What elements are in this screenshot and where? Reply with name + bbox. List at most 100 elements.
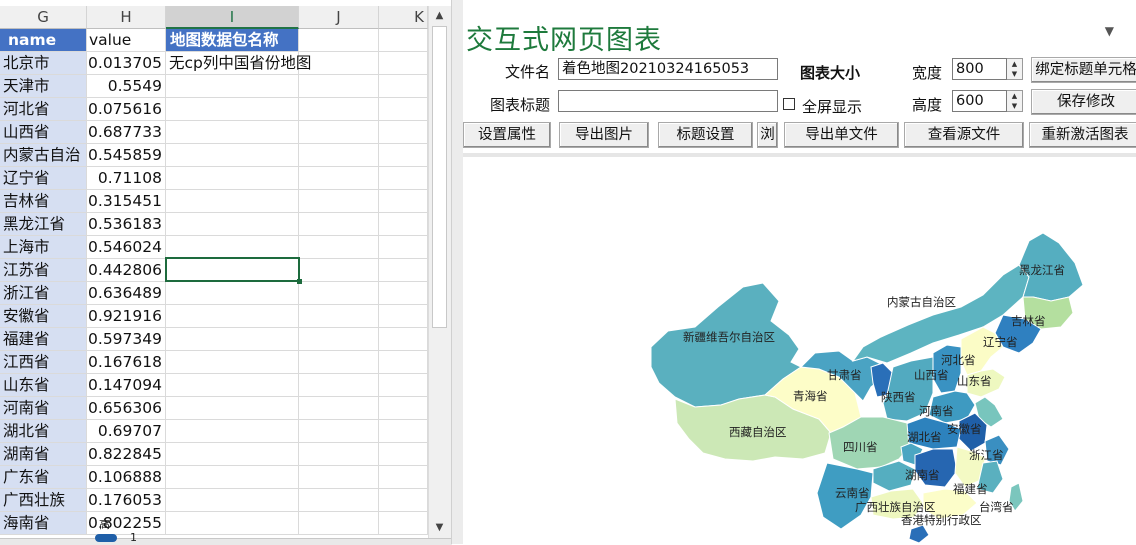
- table-row-name-cell[interactable]: 湖北省: [0, 420, 87, 443]
- cell-empty[interactable]: [166, 75, 299, 98]
- table-row-value-cell[interactable]: 0.013705: [87, 52, 166, 75]
- reactivate-chart-button[interactable]: 重新激活图表: [1029, 122, 1136, 148]
- cell-empty[interactable]: [166, 305, 299, 328]
- cell-empty[interactable]: [379, 397, 428, 420]
- cell-empty[interactable]: [379, 259, 428, 282]
- cell-empty[interactable]: [379, 489, 428, 512]
- table-row-value-cell[interactable]: 0.075616: [87, 98, 166, 121]
- cell-empty[interactable]: [379, 328, 428, 351]
- cell-empty[interactable]: [299, 75, 379, 98]
- cell-empty[interactable]: [299, 374, 379, 397]
- table-row-value-cell[interactable]: 0.147094: [87, 374, 166, 397]
- cell-empty[interactable]: [299, 489, 379, 512]
- table-row-name-cell[interactable]: 北京市: [0, 52, 87, 75]
- table-row-name-cell[interactable]: 黑龙江省: [0, 213, 87, 236]
- cell-empty[interactable]: [299, 236, 379, 259]
- view-source-button[interactable]: 查看源文件: [904, 122, 1024, 148]
- table-row-name-cell[interactable]: 浙江省: [0, 282, 87, 305]
- cell-empty[interactable]: [299, 351, 379, 374]
- cell-empty[interactable]: [379, 374, 428, 397]
- title-settings-button[interactable]: 标题设置: [658, 122, 753, 148]
- table-row-name-cell[interactable]: 江苏省: [0, 259, 87, 282]
- cell-empty[interactable]: [299, 167, 379, 190]
- table-row-value-cell[interactable]: 0.442806: [87, 259, 166, 282]
- filename-input[interactable]: 着色地图20210324165053: [558, 58, 778, 80]
- cell-empty[interactable]: [379, 75, 428, 98]
- cell-empty[interactable]: [166, 98, 299, 121]
- table-row-value-cell[interactable]: 0.546024: [87, 236, 166, 259]
- cell-empty[interactable]: [299, 282, 379, 305]
- height-stepper[interactable]: ▲ ▼: [1007, 90, 1023, 112]
- cell-empty[interactable]: [379, 52, 428, 75]
- china-choropleth-map[interactable]: 黑龙江省内蒙古自治区吉林省新疆维吾尔自治区 辽宁省河北省甘肃省 山西省 山东省青海省 陕…: [463, 157, 1136, 544]
- scroll-down-icon[interactable]: ▼: [431, 520, 448, 535]
- cell-empty[interactable]: [379, 190, 428, 213]
- cell-empty[interactable]: [166, 213, 299, 236]
- table-row-name-cell[interactable]: 福建省: [0, 328, 87, 351]
- table-row-value-cell[interactable]: 0.69707: [87, 420, 166, 443]
- cell-empty[interactable]: [299, 213, 379, 236]
- cell-empty[interactable]: [299, 259, 379, 282]
- save-changes-button[interactable]: 保存修改: [1031, 89, 1136, 115]
- table-row-value-cell[interactable]: 0.921916: [87, 305, 166, 328]
- cell-empty[interactable]: [166, 282, 299, 305]
- table-row-value-cell[interactable]: 0.597349: [87, 328, 166, 351]
- table-row-value-cell[interactable]: 0.687733: [87, 121, 166, 144]
- cell-empty[interactable]: [299, 512, 379, 535]
- chart-title-input[interactable]: [558, 90, 778, 112]
- column-header-h[interactable]: H: [87, 6, 166, 29]
- cell-empty[interactable]: [166, 121, 299, 144]
- table-row-name-cell[interactable]: 安徽省: [0, 305, 87, 328]
- column-header-j[interactable]: J: [299, 6, 379, 29]
- table-row-name-cell[interactable]: 山东省: [0, 374, 87, 397]
- cell-empty[interactable]: [166, 259, 299, 282]
- export-image-button[interactable]: 导出图片: [559, 122, 649, 148]
- cell-empty[interactable]: [166, 190, 299, 213]
- cell-empty[interactable]: [299, 420, 379, 443]
- table-row-value-cell[interactable]: 0.176053: [87, 489, 166, 512]
- table-row-value-cell[interactable]: 0.106888: [87, 466, 166, 489]
- header-cell-value[interactable]: value: [87, 29, 166, 52]
- cell-empty[interactable]: [299, 98, 379, 121]
- table-row-name-cell[interactable]: 辽宁省: [0, 167, 87, 190]
- export-single-file-button[interactable]: 导出单文件: [784, 122, 899, 148]
- table-row-name-cell[interactable]: 上海市: [0, 236, 87, 259]
- width-input[interactable]: 800: [952, 58, 1007, 80]
- cell-empty[interactable]: [299, 466, 379, 489]
- column-header-k[interactable]: K: [379, 6, 428, 29]
- width-stepper[interactable]: ▲ ▼: [1007, 58, 1023, 80]
- cell-empty[interactable]: [379, 98, 428, 121]
- cell-empty[interactable]: [166, 443, 299, 466]
- cell-empty[interactable]: [299, 190, 379, 213]
- cell-empty[interactable]: [379, 305, 428, 328]
- table-row-value-cell[interactable]: 0.822845: [87, 443, 166, 466]
- table-row-name-cell[interactable]: 海南省: [0, 512, 87, 535]
- cell-empty[interactable]: [166, 374, 299, 397]
- table-row-name-cell[interactable]: 河南省: [0, 397, 87, 420]
- bind-title-button[interactable]: 绑定标题单元格: [1031, 57, 1136, 83]
- fullscreen-checkbox[interactable]: [783, 98, 795, 110]
- table-row-name-cell[interactable]: 广东省: [0, 466, 87, 489]
- table-row-value-cell[interactable]: 0.5549: [87, 75, 166, 98]
- dropdown-arrow-icon[interactable]: ▼: [1105, 24, 1114, 38]
- table-row-name-cell[interactable]: 吉林省: [0, 190, 87, 213]
- table-row-name-cell[interactable]: 山西省: [0, 121, 87, 144]
- cell-empty[interactable]: [379, 167, 428, 190]
- cell-empty[interactable]: [299, 121, 379, 144]
- cell-empty[interactable]: [299, 328, 379, 351]
- cell-empty[interactable]: [299, 305, 379, 328]
- height-input[interactable]: 600: [952, 90, 1007, 112]
- header-cell-package[interactable]: 地图数据包名称: [166, 29, 299, 52]
- scrollbar-thumb[interactable]: [432, 26, 447, 328]
- table-row-name-cell[interactable]: 湖南省: [0, 443, 87, 466]
- column-header-g[interactable]: G: [0, 6, 87, 29]
- cell-empty[interactable]: [299, 29, 379, 52]
- browse-button[interactable]: 浏: [757, 122, 778, 148]
- table-row-value-cell[interactable]: 0.536183: [87, 213, 166, 236]
- cell-empty[interactable]: [379, 121, 428, 144]
- table-row-name-cell[interactable]: 天津市: [0, 75, 87, 98]
- table-row-name-cell[interactable]: 广西壮族: [0, 489, 87, 512]
- cell-empty[interactable]: [379, 29, 428, 52]
- spreadsheet[interactable]: G H I J K name value 地图数据包名称 北京市 0.013705…: [0, 0, 428, 544]
- cell-empty[interactable]: [379, 282, 428, 305]
